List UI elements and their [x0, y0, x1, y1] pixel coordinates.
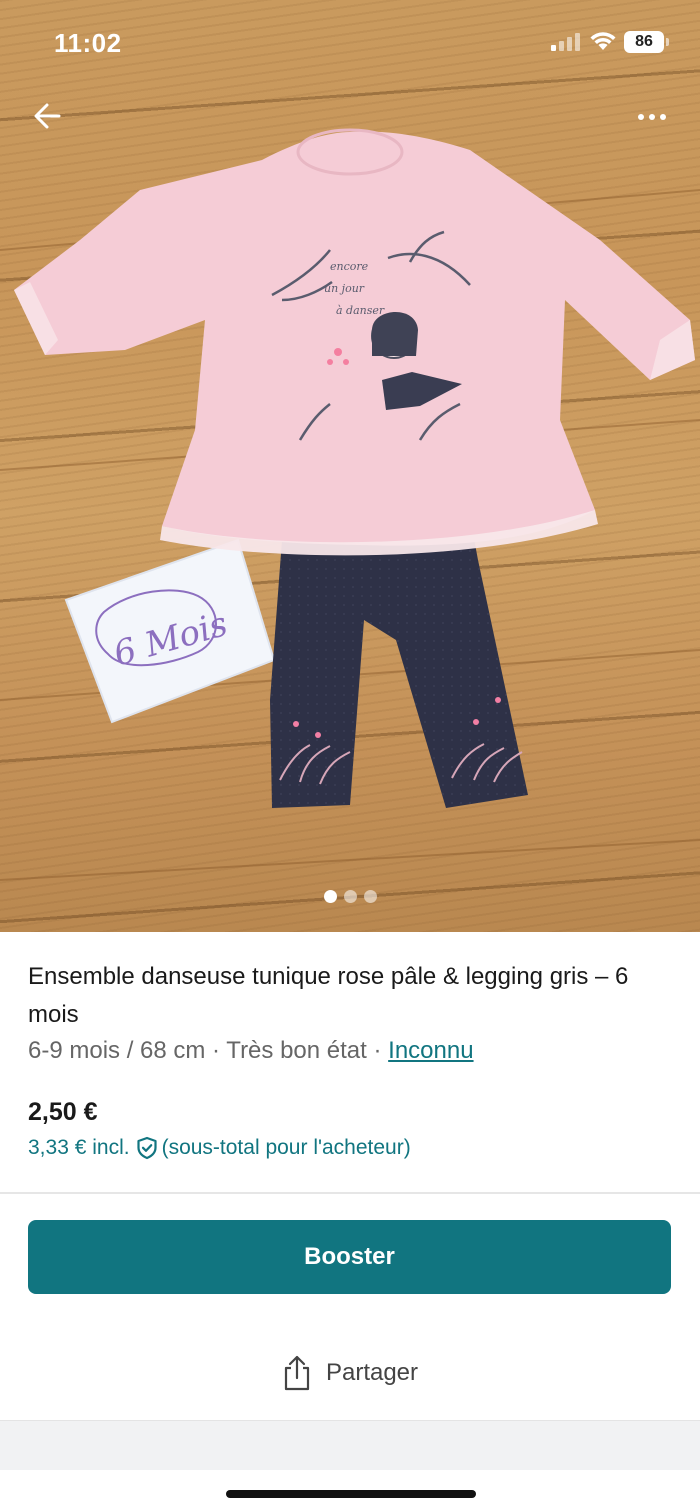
- item-photo-gallery[interactable]: encore un jour à danser 6 Mois 11:02 86: [0, 0, 700, 932]
- wifi-icon: [590, 32, 616, 50]
- section-divider: [0, 1192, 700, 1194]
- item-brand-link[interactable]: Inconnu: [388, 1037, 473, 1064]
- buyer-price-row[interactable]: 3,33 € incl. (sous-total pour l'acheteur…: [28, 1136, 411, 1160]
- status-bar: 11:02 86: [0, 0, 700, 80]
- page-dot[interactable]: [363, 890, 377, 903]
- status-time: 11:02: [54, 28, 122, 58]
- item-price: 2,50 €: [28, 1098, 98, 1126]
- more-dots-icon: [649, 114, 655, 120]
- more-dots-icon: [638, 114, 644, 120]
- page-dot[interactable]: [343, 890, 357, 903]
- meta-separator: ·: [366, 1037, 389, 1064]
- item-condition: Très bon état: [226, 1037, 367, 1064]
- buyer-price-note: (sous-total pour l'acheteur): [161, 1136, 411, 1159]
- item-photo: encoreun jourà danser 6 Mois: [0, 128, 700, 881]
- home-indicator[interactable]: [226, 1490, 476, 1498]
- svg-text:un jour: un jour: [324, 282, 365, 295]
- svg-text:encore: encore: [330, 260, 369, 273]
- meta-separator: ·: [205, 1037, 227, 1064]
- arrow-left-icon: [34, 103, 61, 129]
- share-icon: [284, 1355, 310, 1391]
- gallery-page-indicator[interactable]: [0, 890, 700, 903]
- item-size: 6-9 mois / 68 cm: [28, 1037, 206, 1064]
- share-label: Partager: [325, 1359, 419, 1386]
- booster-button[interactable]: Booster: [28, 1220, 671, 1294]
- item-title: Ensemble danseuse tunique rose pâle & le…: [28, 963, 629, 1028]
- share-button[interactable]: Partager: [0, 1340, 700, 1406]
- battery-cap: [666, 38, 669, 46]
- more-dots-icon: [660, 114, 666, 120]
- item-meta: 6-9 mois / 68 cm · Très bon état · Incon…: [28, 1034, 668, 1068]
- svg-text:à danser: à danser: [336, 304, 385, 317]
- bottom-section-background: [0, 1420, 700, 1470]
- back-button[interactable]: [30, 98, 66, 134]
- shield-check-icon: [136, 1136, 157, 1160]
- tunic: encore un jour à danser: [14, 128, 695, 556]
- page-dot-active[interactable]: [323, 890, 337, 903]
- buyer-price: 3,33 € incl.: [28, 1136, 130, 1159]
- cellular-signal-icon: [551, 33, 583, 51]
- more-options-button[interactable]: [630, 104, 674, 130]
- battery-icon: 86: [624, 31, 664, 53]
- item-details: Ensemble danseuse tunique rose pâle & le…: [28, 958, 668, 1068]
